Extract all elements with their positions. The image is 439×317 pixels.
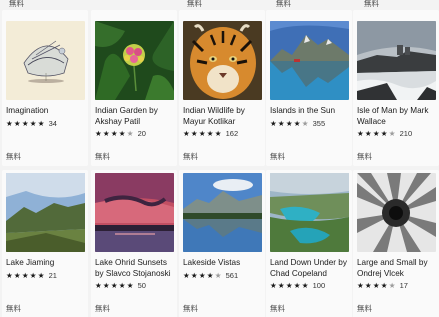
rating: ★★★★★ 100 [270, 281, 325, 291]
sunset-icon [95, 173, 174, 252]
rating: ★★★★★ 355 [270, 119, 325, 129]
bay-aerial-icon [270, 173, 349, 252]
lake-hills-icon [6, 173, 85, 252]
theme-title: Isle of Man by Mark Wallace [357, 106, 429, 126]
rating-count: 17 [399, 281, 408, 290]
star-rating-icon: ★★★★ [270, 119, 302, 128]
mountain-lake-icon [270, 21, 349, 100]
rating-count: 162 [225, 129, 239, 138]
star-rating-icon: ★★★★ [95, 129, 127, 138]
rating: ★★★★★ 34 [6, 119, 57, 129]
rating-count: 100 [312, 281, 326, 290]
star-rating-icon: ★★★★★ [270, 281, 310, 290]
rating: ★★★★★ 50 [95, 281, 146, 291]
rating-count: 21 [48, 271, 57, 280]
rating-count: 34 [48, 119, 57, 128]
rating: ★★★★★ 17 [357, 281, 408, 291]
theme-card[interactable]: Indian Wildlife by Mayur Kotlikar ★★★★★ 1… [179, 10, 265, 166]
price-label: 無料 [357, 304, 372, 313]
theme-card[interactable]: Lakeside Vistas ★★★★★ 561 無料 [179, 170, 265, 317]
rating: ★★★★★ 20 [95, 129, 146, 139]
theme-title: Indian Garden by Akshay Patil [95, 106, 158, 126]
star-rating-icon: ★★★★ [357, 281, 389, 290]
rating: ★★★★★ 210 [357, 129, 412, 139]
tunnel-abstract-icon [357, 173, 436, 252]
theme-card[interactable]: Islands in the Sun ★★★★★ 355 無料 [266, 10, 352, 166]
rating-count: 561 [225, 271, 239, 280]
price-label: 無料 [183, 304, 198, 313]
rating: ★★★★★ 21 [6, 271, 57, 281]
theme-title: Islands in the Sun [270, 106, 336, 115]
theme-title: Lakeside Vistas [183, 258, 241, 267]
price-label: 無料 [95, 304, 110, 313]
theme-card[interactable]: Lake Ohrid Sunsets by Slavco Stojanoski … [91, 170, 177, 317]
theme-card[interactable]: Large and Small by Ondrej Vlcek ★★★★★ 17 … [353, 170, 439, 317]
theme-card[interactable]: Indian Garden by Akshay Patil ★★★★★ 20 無料 [91, 10, 177, 166]
theme-title: Indian Wildlife by Mayur Kotlikar [183, 106, 245, 126]
theme-title: Large and Small by Ondrej Vlcek [357, 258, 428, 278]
star-empty-icon: ★ [126, 129, 135, 138]
price-label: 無料 [276, 0, 291, 8]
rating: ★★★★★ 561 [183, 271, 238, 281]
theme-title: Lake Jiaming [6, 258, 55, 267]
flower-icon [95, 21, 174, 100]
price-label: 無料 [183, 152, 198, 161]
price-label: 無料 [9, 0, 24, 8]
theme-title: Imagination [6, 106, 49, 115]
price-label: 無料 [6, 304, 21, 313]
rating-count: 210 [399, 129, 413, 138]
price-label: 無料 [270, 304, 285, 313]
theme-title: Lake Ohrid Sunsets by Slavco Stojanoski [95, 258, 171, 278]
theme-gallery: 無料 無料 無料 無料 Imagination ★★★★★ 34 無料 Indi… [0, 0, 439, 317]
star-empty-icon: ★ [388, 129, 397, 138]
star-rating-icon: ★★★★ [357, 129, 389, 138]
star-rating-icon: ★★★★★ [95, 281, 135, 290]
star-rating-icon: ★★★★★ [6, 271, 46, 280]
star-empty-icon: ★ [301, 119, 310, 128]
tiger-icon [183, 21, 262, 100]
theme-card[interactable]: Land Down Under by Chad Copeland ★★★★★ 10… [266, 170, 352, 317]
star-rating-icon: ★★★★★ [183, 129, 223, 138]
top-partial-row: 無料 無料 無料 無料 [0, 0, 439, 10]
rating-count: 50 [137, 281, 146, 290]
star-empty-icon: ★ [214, 271, 223, 280]
theme-card[interactable]: Imagination ★★★★★ 34 無料 [2, 10, 88, 166]
imagination-art-icon [6, 21, 85, 100]
price-label: 無料 [364, 0, 379, 8]
rating: ★★★★★ 162 [183, 129, 238, 139]
star-rating-icon: ★★★★★ [6, 119, 46, 128]
theme-card[interactable]: Lake Jiaming ★★★★★ 21 無料 [2, 170, 88, 317]
theme-title: Land Down Under by Chad Copeland [270, 258, 347, 278]
price-label: 無料 [95, 152, 110, 161]
rating-count: 355 [312, 119, 326, 128]
star-empty-icon: ★ [388, 281, 397, 290]
price-label: 無料 [357, 152, 372, 161]
theme-card[interactable]: Isle of Man by Mark Wallace ★★★★★ 210 無料 [353, 10, 439, 166]
price-label: 無料 [187, 0, 202, 8]
coast-castle-icon [357, 21, 436, 100]
rating-count: 20 [137, 129, 146, 138]
star-rating-icon: ★★★★ [183, 271, 215, 280]
price-label: 無料 [270, 152, 285, 161]
price-label: 無料 [6, 152, 21, 161]
lake-reflection-icon [183, 173, 262, 252]
